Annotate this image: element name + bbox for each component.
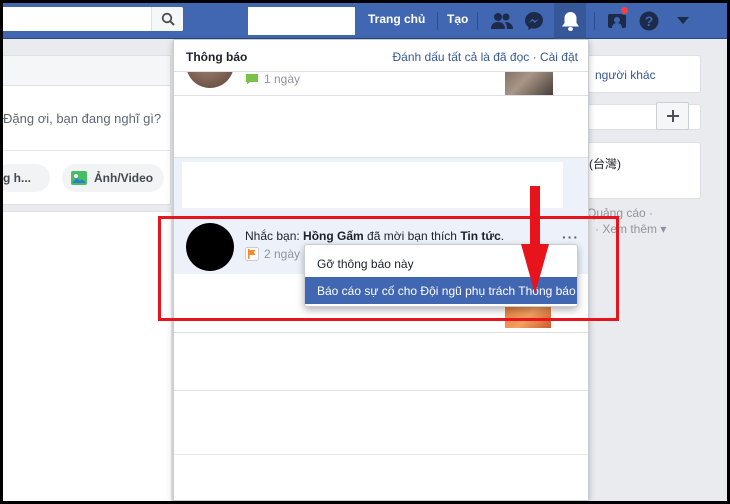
notifications-actions: Đánh dấu tất cả là đã đọc · Cài đặt <box>393 50 578 64</box>
friends-icon <box>491 13 513 29</box>
composer-option-label: g h... <box>3 171 31 185</box>
help-button[interactable]: ? <box>637 9 661 33</box>
list-divider <box>174 332 588 333</box>
list-divider <box>174 390 588 391</box>
sidebar-card-text[interactable]: người khác <box>595 68 656 82</box>
composer-header <box>3 56 170 86</box>
top-navigation-bar: Trang chủ Tạo ? <box>3 3 727 39</box>
plus-icon <box>666 110 679 122</box>
add-language-button[interactable] <box>656 102 689 130</box>
profile-name-redacted[interactable] <box>248 7 355 35</box>
bell-icon <box>562 12 579 31</box>
home-link[interactable]: Trang chủ <box>368 12 425 26</box>
unread-badge <box>620 6 629 15</box>
help-icon: ? <box>639 11 659 31</box>
caret-down-icon <box>677 17 689 24</box>
sidebar-card: người khác <box>589 55 701 93</box>
notification-time-text: 1 ngày <box>264 72 301 86</box>
notifications-title: Thông báo <box>186 50 248 64</box>
mark-all-read-link[interactable]: Đánh dấu tất cả là đã đọc <box>393 50 530 64</box>
notifications-header: Thông báo Đánh dấu tất cả là đã đọc · Cà… <box>174 40 588 72</box>
photo-video-label: Ảnh/Video <box>94 171 154 185</box>
photo-video-button[interactable]: Ảnh/Video <box>62 164 164 192</box>
create-link[interactable]: Tạo <box>447 12 468 26</box>
notification-time: 1 ngày <box>245 72 300 86</box>
settings-link[interactable]: Cài đặt <box>540 50 578 64</box>
comment-icon <box>246 74 258 85</box>
messenger-icon <box>525 12 543 30</box>
nav-divider <box>477 12 478 30</box>
account-menu-button[interactable] <box>671 9 695 33</box>
feed-story-card <box>3 211 171 501</box>
annotation-arrow-icon <box>521 186 549 294</box>
search-field[interactable] <box>3 7 183 31</box>
messenger-button[interactable] <box>522 9 546 33</box>
composer-divider <box>3 150 171 151</box>
screen-frame: Trang chủ Tạo ? Đặng ơi, bạn đang nghĩ g… <box>3 3 727 501</box>
list-divider <box>174 454 588 455</box>
friend-requests-button[interactable] <box>490 9 514 33</box>
search-button[interactable] <box>151 7 183 31</box>
language-label: (台灣) <box>589 157 621 171</box>
composer-option-pill[interactable]: g h... <box>3 164 50 192</box>
svg-text:?: ? <box>645 13 654 29</box>
actions-separator: · <box>532 50 537 64</box>
photo-icon <box>71 171 87 185</box>
nav-divider <box>594 12 595 30</box>
search-icon <box>161 12 175 26</box>
notifications-tab-active[interactable] <box>554 3 586 39</box>
composer-prompt[interactable]: Đặng ơi, bạn đang nghĩ gì? <box>3 111 161 126</box>
sidebar-card: (台灣) <box>589 142 701 199</box>
redacted-content <box>182 162 563 208</box>
notification-placeholder <box>174 97 588 158</box>
nav-divider <box>437 12 438 30</box>
composer-card: Đặng ơi, bạn đang nghĩ gì? g h... Ảnh/Vi… <box>3 55 171 205</box>
